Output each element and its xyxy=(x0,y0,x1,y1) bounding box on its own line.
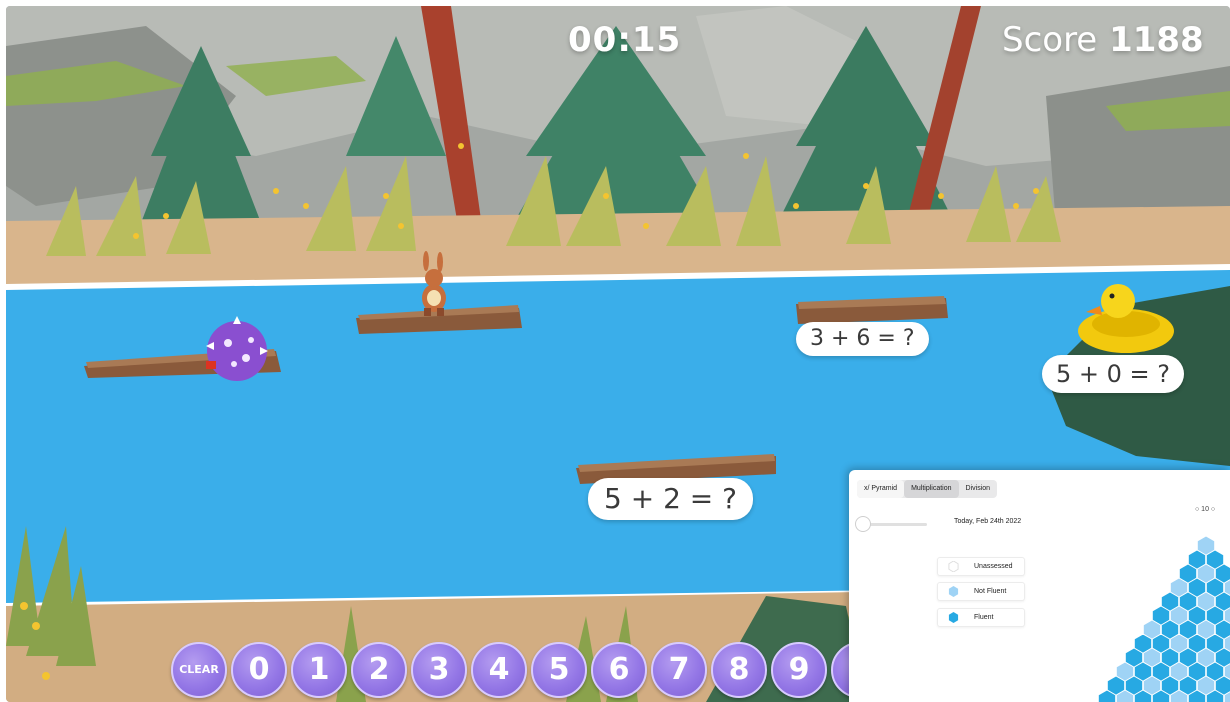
question-bubble: 5 + 2 = ? xyxy=(588,478,754,520)
clear-button[interactable]: CLEAR xyxy=(171,642,227,698)
digit-button-2[interactable]: 2 xyxy=(351,642,407,698)
digit-button-9[interactable]: 9 xyxy=(771,642,827,698)
digit-button-8[interactable]: 8 xyxy=(711,642,767,698)
digit-button-6[interactable]: 6 xyxy=(591,642,647,698)
question-bubble: 3 + 6 = ? xyxy=(796,322,929,356)
digit-button-1[interactable]: 1 xyxy=(291,642,347,698)
score-display: Score 1188 xyxy=(1002,20,1204,60)
digit-button-4[interactable]: 4 xyxy=(471,642,527,698)
digit-button-5[interactable]: 5 xyxy=(531,642,587,698)
digit-button-3[interactable]: 3 xyxy=(411,642,467,698)
fluency-pyramid-panel: x/ Pyramid Multiplication Division Today… xyxy=(849,470,1230,702)
digit-button-7[interactable]: 7 xyxy=(651,642,707,698)
timer: 00:15 xyxy=(568,20,682,60)
question-bubble: 5 + 0 = ? xyxy=(1042,355,1185,393)
score-value: 1188 xyxy=(1109,20,1204,60)
score-label: Score xyxy=(1002,20,1098,60)
fluency-pyramid xyxy=(1097,535,1230,702)
digit-button-0[interactable]: 0 xyxy=(231,642,287,698)
